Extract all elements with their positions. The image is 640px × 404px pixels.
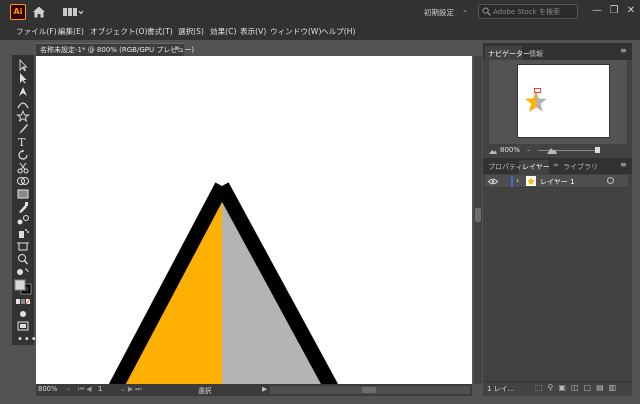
blend-tool-icon[interactable]: [14, 214, 32, 226]
document-tab-label: 名称未設定-1* @ 800% (RGB/GPU プレビュー): [40, 46, 195, 54]
close-window-button[interactable]: ✕: [623, 4, 639, 18]
document-tab-close-button[interactable]: ✕: [174, 44, 180, 53]
minimize-button[interactable]: —: [589, 4, 605, 18]
navigator-view-box[interactable]: [534, 88, 541, 93]
zoom-tool-icon[interactable]: [14, 253, 32, 265]
navigator-zoom-value[interactable]: 800%: [500, 146, 520, 154]
status-zoom-select[interactable]: 800%: [38, 385, 57, 393]
panel-menu-icon[interactable]: ≡: [620, 160, 627, 169]
menu-window[interactable]: ウィンドウ(W): [270, 26, 321, 37]
artwork[interactable]: [36, 56, 472, 384]
eye-visibility-icon[interactable]: [488, 178, 498, 185]
tab-navigator[interactable]: ナビゲーター: [488, 49, 530, 59]
menu-object[interactable]: オブジェクト(O): [90, 26, 147, 37]
zoom-slider-handle[interactable]: [595, 147, 600, 153]
search-placeholder: Adobe Stock を検索: [493, 8, 560, 16]
artboard-canvas[interactable]: [36, 56, 472, 384]
adobe-stock-search-input[interactable]: Adobe Stock を検索: [478, 4, 578, 19]
zoom-out-mountain-icon[interactable]: [488, 147, 498, 155]
maximize-button[interactable]: ❐: [606, 4, 622, 18]
first-artboard-icon[interactable]: ⏮ ◀: [78, 385, 92, 394]
cc-libraries-icon: ∞: [553, 161, 559, 169]
chevron-down-icon[interactable]: ⌄: [526, 146, 531, 153]
tab-layers[interactable]: レイヤー: [522, 162, 550, 172]
search-icon: [482, 7, 491, 16]
menu-edit[interactable]: 編集(E): [58, 26, 84, 37]
chevron-right-icon[interactable]: ›: [516, 176, 519, 185]
pen-tool-icon[interactable]: [14, 85, 32, 97]
artboard-number-input[interactable]: 1: [98, 385, 102, 393]
layer-color-bar: [511, 176, 513, 187]
curvature-tool-icon[interactable]: [14, 98, 32, 110]
tab-info[interactable]: 情報: [529, 49, 543, 59]
bottom-strip: [0, 396, 640, 404]
layer-count: 1 レイ...: [487, 385, 515, 393]
tab-properties[interactable]: プロパティ: [488, 162, 523, 172]
paintbrush-tool-icon[interactable]: [14, 123, 32, 135]
star-tool-icon[interactable]: [14, 110, 32, 122]
horizontal-scroll-thumb[interactable]: [362, 387, 376, 393]
color-mode-icons[interactable]: [14, 296, 32, 308]
home-icon[interactable]: [32, 5, 46, 19]
more-tools-icon[interactable]: •••: [17, 334, 38, 345]
drawing-mode-icon[interactable]: [14, 308, 32, 320]
menu-select[interactable]: 選択(S): [178, 26, 204, 37]
type-tool-icon[interactable]: T: [18, 136, 25, 149]
menu-file[interactable]: ファイル(F): [16, 26, 57, 37]
direct-selection-tool-icon[interactable]: [14, 72, 32, 84]
status-arrow-icon[interactable]: ▶: [262, 385, 267, 393]
layer-target-icon[interactable]: [607, 177, 614, 184]
screen-mode-icon[interactable]: [14, 320, 32, 332]
panel-menu-icon[interactable]: ≡: [620, 46, 627, 55]
menu-view[interactable]: 表示(V): [240, 26, 266, 37]
scissors-tool-icon[interactable]: [14, 162, 32, 174]
tab-libraries[interactable]: ライブラリ: [563, 162, 598, 172]
shape-builder-tool-icon[interactable]: [14, 175, 32, 187]
rotate-tool-icon[interactable]: [14, 149, 32, 161]
scroll-thumb[interactable]: [475, 208, 481, 222]
arrange-documents-icon[interactable]: [62, 6, 84, 18]
illustrator-logo: Ai: [10, 4, 26, 20]
next-artboard-icon[interactable]: ⌄ ▶ ⏭: [120, 385, 141, 394]
layer-name[interactable]: レイヤー 1: [540, 177, 574, 187]
menu-effect[interactable]: 効果(C): [210, 26, 236, 37]
layer-thumbnail: [526, 176, 536, 186]
eyedropper-tool-icon[interactable]: [14, 201, 32, 213]
chevron-down-icon[interactable]: ⌄: [66, 385, 71, 392]
selection-tool-icon[interactable]: [14, 59, 32, 71]
layers-footer-icons[interactable]: ⬚⚲▣◫▢▤▥: [535, 383, 621, 392]
status-tool-label: 選択: [198, 387, 212, 395]
symbol-sprayer-tool-icon[interactable]: [14, 227, 32, 239]
gradient-tool-icon[interactable]: [14, 188, 32, 200]
chevron-down-icon: ⌄: [462, 6, 468, 14]
menu-help[interactable]: ヘルプ(H): [321, 26, 355, 37]
fill-stroke-swatch[interactable]: [13, 279, 33, 295]
swap-fill-stroke-icon[interactable]: [14, 266, 32, 278]
layers-list-area: [485, 189, 628, 379]
menu-type[interactable]: 書式(T): [147, 26, 173, 37]
zoom-in-mountain-icon[interactable]: [546, 145, 558, 155]
artboard-tool-icon[interactable]: [14, 240, 32, 252]
